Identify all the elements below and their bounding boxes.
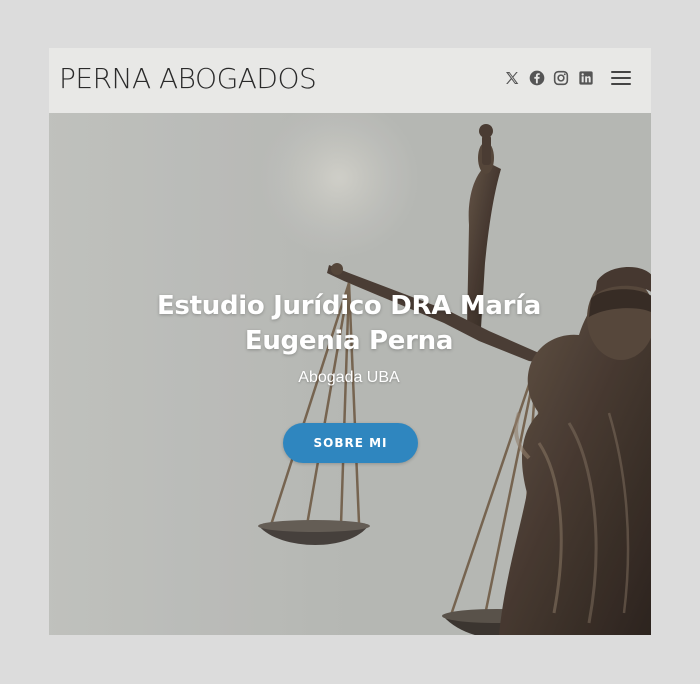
linkedin-icon[interactable] [578, 70, 594, 86]
hamburger-menu-icon[interactable] [611, 70, 631, 86]
site-logo-text[interactable]: PERNA ABOGADOS [59, 62, 317, 95]
hero-section: Estudio Jurídico DRA María Eugenia Perna… [49, 113, 651, 635]
hero-subtitle: Abogada UBA [298, 369, 400, 386]
sobre-mi-button[interactable]: SOBRE MI [283, 423, 418, 463]
x-twitter-icon[interactable] [504, 70, 520, 86]
facebook-icon[interactable] [529, 70, 545, 86]
site-header: PERNA ABOGADOS [49, 48, 651, 113]
instagram-icon[interactable] [553, 70, 569, 86]
website-frame: PERNA ABOGADOS Estudio Jurídico DRA Marí… [49, 48, 651, 635]
hero-title: Estudio Jurídico DRA María Eugenia Perna [156, 291, 542, 356]
